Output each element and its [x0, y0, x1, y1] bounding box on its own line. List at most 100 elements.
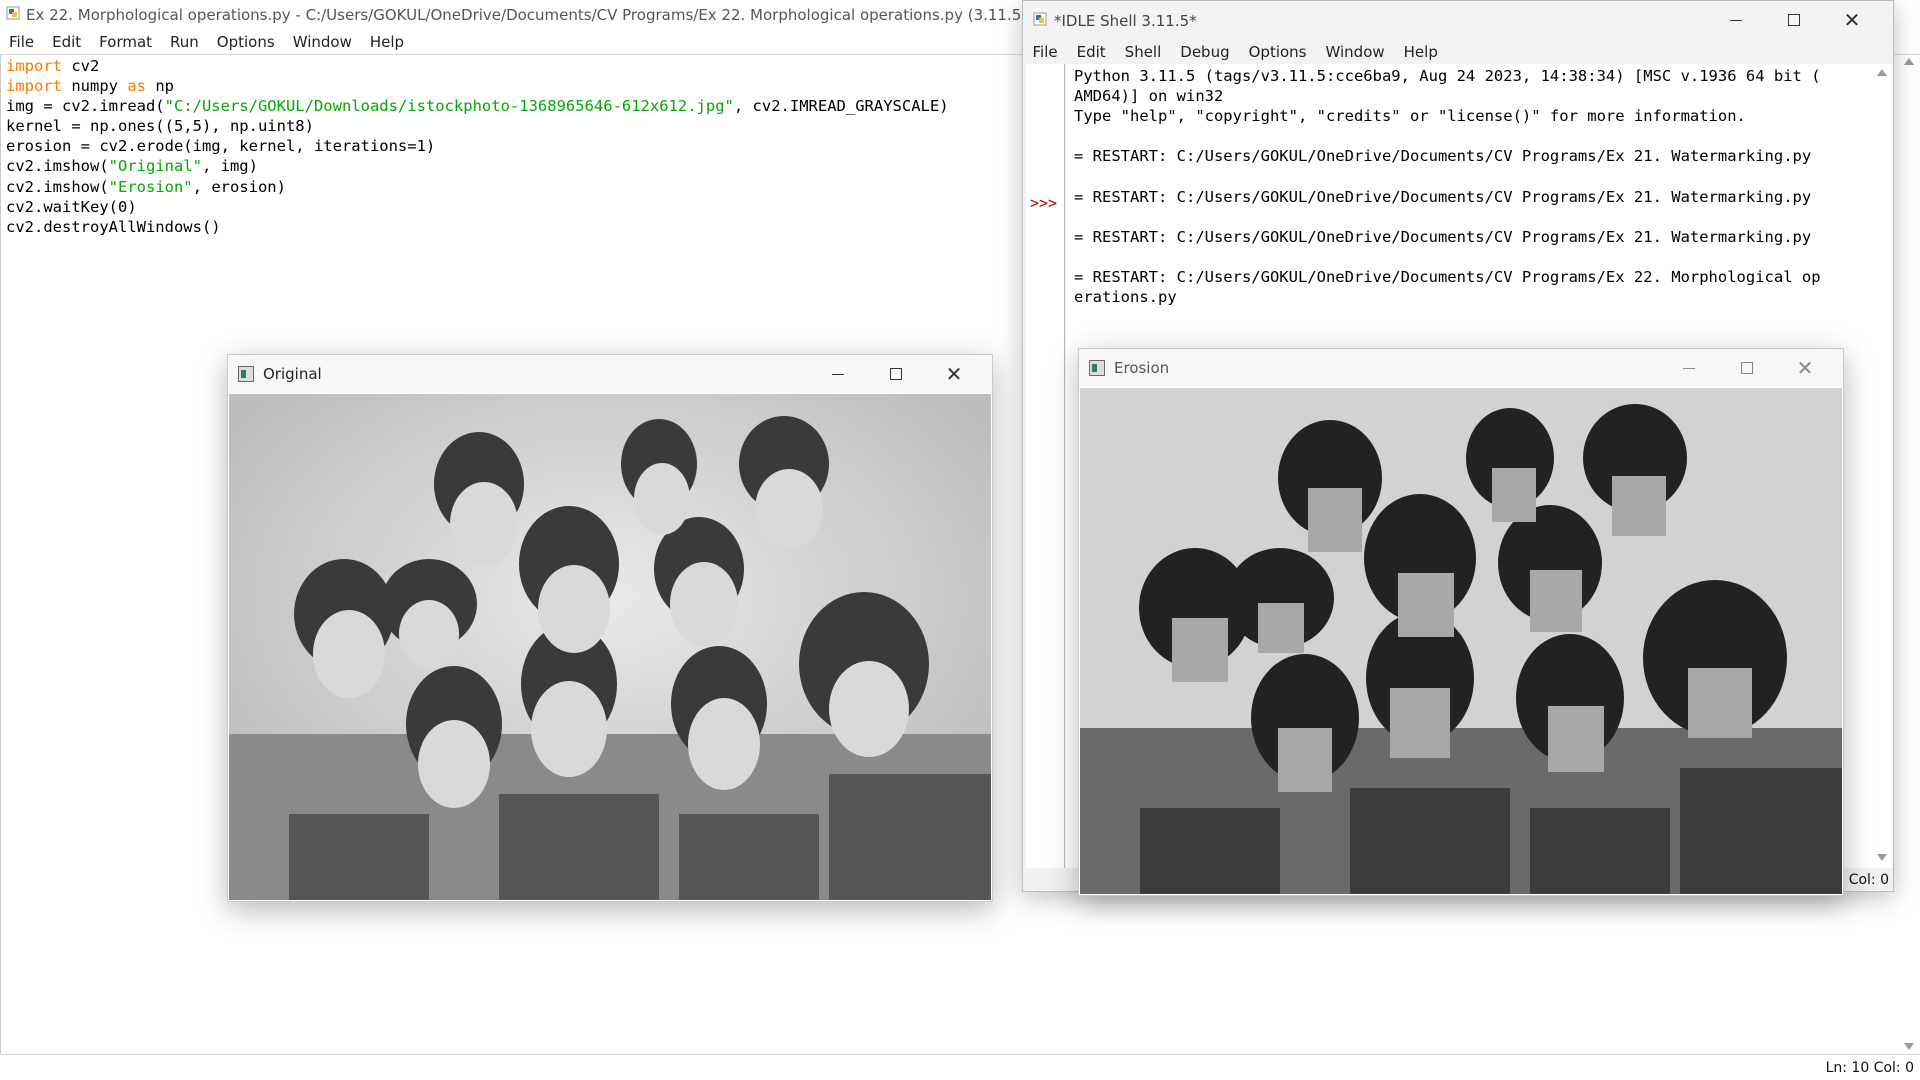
erosion-image-window: Erosion ✕: [1078, 348, 1844, 896]
code-keyword: import: [6, 77, 62, 96]
shell-output-line: [1074, 166, 1821, 186]
shell-output-line: = RESTART: C:/Users/GOKUL/OneDrive/Docum…: [1074, 147, 1812, 166]
python-shell-icon: [1033, 12, 1047, 30]
code-line: cv2.waitKey(0): [6, 197, 949, 217]
shell-close-button[interactable]: ✕: [1823, 1, 1881, 39]
editor-menu-window[interactable]: Window: [284, 33, 361, 51]
shell-output-line: Python 3.11.5 (tags/v3.11.5:cce6ba9, Aug…: [1074, 67, 1821, 85]
shell-minimize-button[interactable]: [1707, 1, 1765, 39]
shell-output-line: = RESTART: C:/Users/GOKUL/OneDrive/Docum…: [1074, 267, 1821, 286]
code-line: cv2.destroyAllWindows(): [6, 217, 949, 237]
code-line: img = cv2.imread("C:/Users/GOKUL/Downloa…: [6, 96, 949, 116]
shell-menu-options[interactable]: Options: [1239, 43, 1316, 61]
code-text: np: [146, 77, 174, 96]
shell-output-line: = RESTART: C:/Users/GOKUL/OneDrive/Docum…: [1074, 187, 1812, 206]
code-line: cv2.imshow("Original", img): [6, 156, 949, 176]
code-text: cv2.imshow(: [6, 177, 109, 196]
code-text: kernel = np.ones((5,5), np.uint8): [6, 117, 314, 136]
minimize-icon: [1730, 19, 1742, 21]
erosion-maximize-button[interactable]: [1718, 349, 1776, 387]
editor-menu-format[interactable]: Format: [90, 33, 161, 51]
python-file-icon: [6, 6, 20, 24]
minimize-icon: [1683, 367, 1695, 369]
shell-maximize-button[interactable]: [1765, 1, 1823, 39]
shell-menu-bar: File Edit Shell Debug Options Window Hel…: [1023, 41, 1447, 63]
opencv-window-icon: [238, 366, 254, 382]
editor-menu-edit[interactable]: Edit: [43, 33, 90, 51]
erosion-image: [1080, 388, 1842, 894]
shell-status-text: Col: 0: [1848, 872, 1889, 888]
shell-prompt: >>>: [1030, 194, 1058, 212]
code-text: , erosion): [192, 177, 286, 196]
editor-left-border: [0, 55, 1, 1055]
maximize-icon: [1788, 14, 1800, 26]
erosion-title-bar: Erosion ✕: [1079, 349, 1843, 387]
maximize-icon: [1741, 362, 1753, 374]
shell-scroll-down-icon[interactable]: [1877, 854, 1887, 861]
erosion-close-button[interactable]: ✕: [1776, 349, 1834, 387]
code-text: erosion = cv2.erode(img, kernel, iterati…: [6, 137, 436, 156]
shell-title-bar: *IDLE Shell 3.11.5* ✕: [1023, 1, 1893, 41]
shell-output-line: Type "help", "copyright", "credits" or "…: [1074, 107, 1746, 126]
code-string: "Original": [108, 157, 202, 176]
shell-output-line: AMD64)] on win32: [1074, 87, 1224, 106]
editor-menu-file[interactable]: File: [0, 33, 43, 51]
shell-menu-window[interactable]: Window: [1316, 43, 1394, 61]
close-icon: ✕: [1843, 8, 1861, 32]
close-icon: ✕: [1796, 356, 1814, 380]
scroll-down-arrow-icon[interactable]: [1904, 1043, 1914, 1050]
close-icon: ✕: [945, 362, 963, 386]
original-maximize-button[interactable]: [867, 355, 925, 393]
editor-menu-run[interactable]: Run: [161, 33, 208, 51]
shell-menu-shell[interactable]: Shell: [1115, 43, 1171, 61]
shell-output-line: [1074, 207, 1821, 227]
original-image-window: Original ✕: [227, 354, 993, 902]
erosion-window-title: Erosion: [1114, 359, 1170, 377]
code-text: , img): [201, 157, 258, 176]
shell-output-line: [1074, 126, 1821, 146]
shell-menu-edit[interactable]: Edit: [1067, 43, 1115, 61]
editor-menu-bar: File Edit Format Run Options Window Help: [0, 30, 413, 54]
status-divider: [0, 1054, 1920, 1055]
code-string: "Erosion": [108, 177, 193, 196]
editor-vertical-scrollbar[interactable]: [1899, 55, 1919, 1055]
original-window-title: Original: [263, 365, 322, 383]
shell-output-line: erations.py: [1074, 288, 1177, 307]
erosion-minimize-button[interactable]: [1660, 349, 1718, 387]
code-string: "C:/Users/GOKUL/Downloads/istockphoto-13…: [164, 97, 734, 116]
opencv-window-icon: [1089, 360, 1105, 376]
code-text: , cv2.IMREAD_GRAYSCALE): [733, 97, 949, 116]
shell-prompt-gutter: >>>: [1026, 64, 1065, 868]
code-text: cv2.waitKey(0): [6, 197, 137, 216]
editor-menu-options[interactable]: Options: [208, 33, 284, 51]
scroll-up-arrow-icon[interactable]: [1904, 58, 1914, 65]
code-text: cv2.destroyAllWindows(): [6, 217, 221, 236]
editor-status-bar: Ln: 10 Col: 0: [1825, 1060, 1914, 1076]
code-editor-text[interactable]: import cv2 import numpy as np img = cv2.im…: [6, 56, 949, 237]
original-close-button[interactable]: ✕: [925, 355, 983, 393]
code-text: numpy: [62, 77, 128, 96]
shell-output-line: [1074, 247, 1821, 267]
code-line: cv2.imshow("Erosion", erosion): [6, 177, 949, 197]
code-text: cv2.imshow(: [6, 157, 109, 176]
code-keyword: import: [6, 57, 62, 75]
code-text: cv2: [62, 57, 100, 75]
code-line: import cv2: [6, 56, 949, 76]
editor-title: Ex 22. Morphological operations.py - C:/…: [26, 6, 1028, 24]
code-line: kernel = np.ones((5,5), np.uint8): [6, 116, 949, 136]
shell-menu-help[interactable]: Help: [1394, 43, 1447, 61]
shell-title: *IDLE Shell 3.11.5*: [1054, 12, 1197, 30]
code-keyword: as: [127, 77, 146, 96]
shell-menu-file[interactable]: File: [1023, 43, 1067, 61]
shell-menu-debug[interactable]: Debug: [1171, 43, 1239, 61]
shell-scroll-up-icon[interactable]: [1877, 69, 1887, 76]
original-minimize-button[interactable]: [809, 355, 867, 393]
code-line: import numpy as np: [6, 76, 949, 96]
editor-menu-help[interactable]: Help: [361, 33, 413, 51]
original-title-bar: Original ✕: [228, 355, 992, 393]
code-text: img = cv2.imread(: [6, 97, 165, 116]
maximize-icon: [890, 368, 902, 380]
shell-output-line: = RESTART: C:/Users/GOKUL/OneDrive/Docum…: [1074, 227, 1812, 246]
shell-vertical-scrollbar[interactable]: [1873, 64, 1891, 868]
original-image: [229, 394, 991, 900]
